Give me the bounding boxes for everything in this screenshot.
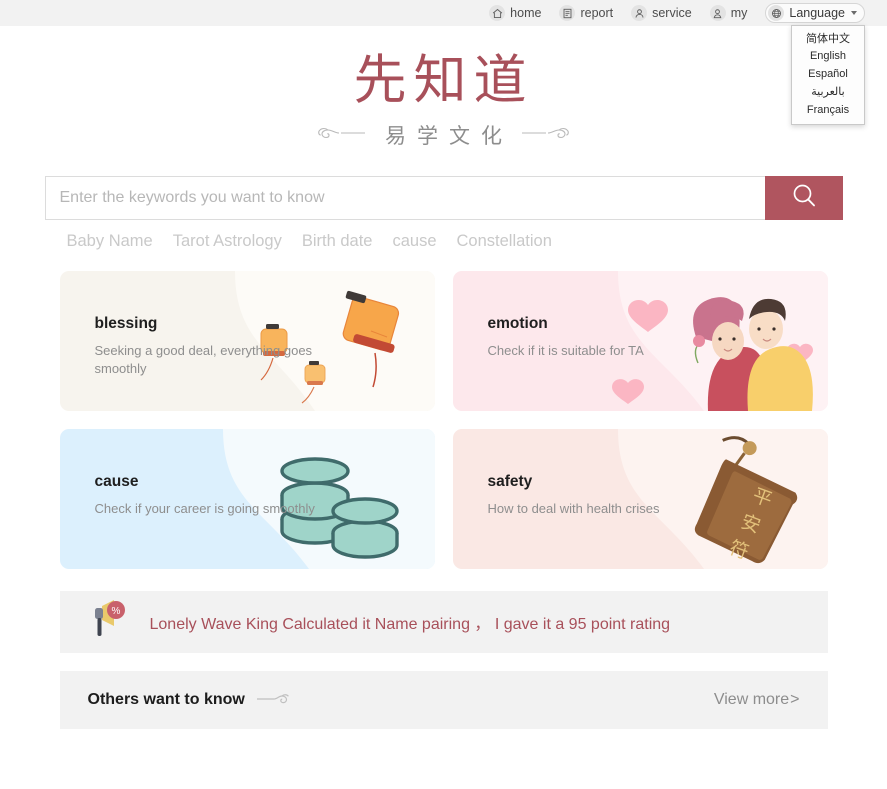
card-blessing-title: blessing bbox=[94, 314, 158, 332]
svg-text:%: % bbox=[111, 606, 120, 617]
card-cause-title: cause bbox=[94, 472, 139, 490]
quick-tag-cause[interactable]: cause bbox=[392, 232, 436, 251]
language-option-ar[interactable]: بالعربية bbox=[792, 84, 864, 102]
report-icon bbox=[559, 5, 576, 21]
nav-item-report[interactable]: report bbox=[559, 5, 613, 21]
logo-main-title: 先知道 bbox=[353, 52, 534, 110]
card-cause[interactable]: cause Check if your career is going smoo… bbox=[59, 428, 435, 569]
search-button[interactable] bbox=[764, 175, 843, 220]
others-header: Others want to know bbox=[88, 688, 289, 711]
card-blessing[interactable]: blessing Seeking a good deal, everything… bbox=[59, 270, 435, 411]
quick-tag-baby-name[interactable]: Baby Name bbox=[67, 232, 153, 251]
megaphone-percent-icon: % bbox=[88, 596, 134, 647]
language-option-es[interactable]: Español bbox=[792, 66, 864, 84]
category-card-grid: blessing Seeking a good deal, everything… bbox=[59, 270, 828, 569]
cloud-ornament-icon bbox=[255, 688, 289, 711]
card-safety-text: safety How to deal with health crises bbox=[488, 473, 660, 519]
service-icon bbox=[631, 5, 648, 21]
nav-item-my-label: my bbox=[730, 5, 748, 20]
card-safety-title: safety bbox=[487, 472, 533, 490]
view-more-link[interactable]: View more > bbox=[714, 691, 800, 709]
quick-tag-birth-date[interactable]: Birth date bbox=[302, 232, 373, 251]
card-emotion[interactable]: emotion Check if it is suitable for TA bbox=[452, 270, 828, 411]
language-selector-label: Language bbox=[789, 6, 845, 20]
nav-item-service[interactable]: service bbox=[631, 5, 692, 21]
others-want-to-know-section: Others want to know View more > bbox=[59, 670, 828, 729]
chevron-right-icon: > bbox=[790, 690, 800, 708]
logo-subtitle-row: 易学文化 bbox=[0, 120, 887, 150]
chevron-down-icon bbox=[851, 11, 857, 15]
quick-tag-list: Baby Name Tarot Astrology Birth date cau… bbox=[45, 232, 843, 251]
announcement-banner[interactable]: % Lonely Wave King Calculated it Name pa… bbox=[59, 590, 828, 653]
nav-item-home[interactable]: home bbox=[489, 5, 541, 21]
language-option-en[interactable]: English bbox=[792, 48, 864, 66]
nav-item-service-label: service bbox=[652, 5, 692, 20]
top-navigation-bar: home report service my Language 简体中文 Eng… bbox=[0, 0, 887, 126]
card-blessing-desc: Seeking a good deal, everything goes smo… bbox=[94, 342, 313, 377]
card-emotion-desc: Check if it is suitable for TA bbox=[487, 342, 644, 358]
others-section-title: Others want to know bbox=[87, 690, 245, 708]
cloud-ornament-right-icon bbox=[520, 122, 572, 147]
search-icon bbox=[789, 181, 819, 214]
user-icon bbox=[709, 5, 726, 21]
logo-subtitle: 易学文化 bbox=[385, 123, 513, 148]
site-logo: 先知道 易学文化 bbox=[0, 26, 887, 150]
card-blessing-text: blessing Seeking a good deal, everything… bbox=[95, 315, 345, 380]
search-input[interactable] bbox=[44, 175, 765, 220]
nav-item-my[interactable]: my bbox=[709, 5, 748, 21]
language-option-fr[interactable]: Français bbox=[792, 101, 864, 119]
announcement-text[interactable]: Lonely Wave King Calculated it Name pair… bbox=[150, 610, 671, 634]
quick-tag-tarot[interactable]: Tarot Astrology bbox=[173, 232, 282, 251]
home-icon bbox=[489, 5, 506, 21]
card-safety[interactable]: 平 安 符 safety How to deal with health cri… bbox=[452, 428, 828, 569]
card-safety-desc: How to deal with health crises bbox=[487, 500, 660, 516]
view-more-label: View more bbox=[713, 690, 790, 708]
card-emotion-text: emotion Check if it is suitable for TA bbox=[488, 315, 644, 361]
search-bar bbox=[44, 175, 843, 220]
nav-item-home-label: home bbox=[510, 5, 542, 20]
card-cause-desc: Check if your career is going smoothly bbox=[94, 500, 315, 516]
nav-item-report-label: report bbox=[580, 5, 614, 20]
language-dropdown-menu[interactable]: 简体中文 English Español بالعربية Français bbox=[791, 25, 865, 126]
card-cause-text: cause Check if your career is going smoo… bbox=[95, 473, 315, 519]
cloud-ornament-left-icon bbox=[315, 122, 367, 147]
quick-tag-constellation[interactable]: Constellation bbox=[457, 232, 552, 251]
language-option-zh[interactable]: 简体中文 bbox=[792, 30, 864, 48]
globe-icon bbox=[768, 5, 785, 21]
card-emotion-title: emotion bbox=[487, 314, 548, 332]
language-selector-button[interactable]: Language bbox=[765, 3, 865, 23]
